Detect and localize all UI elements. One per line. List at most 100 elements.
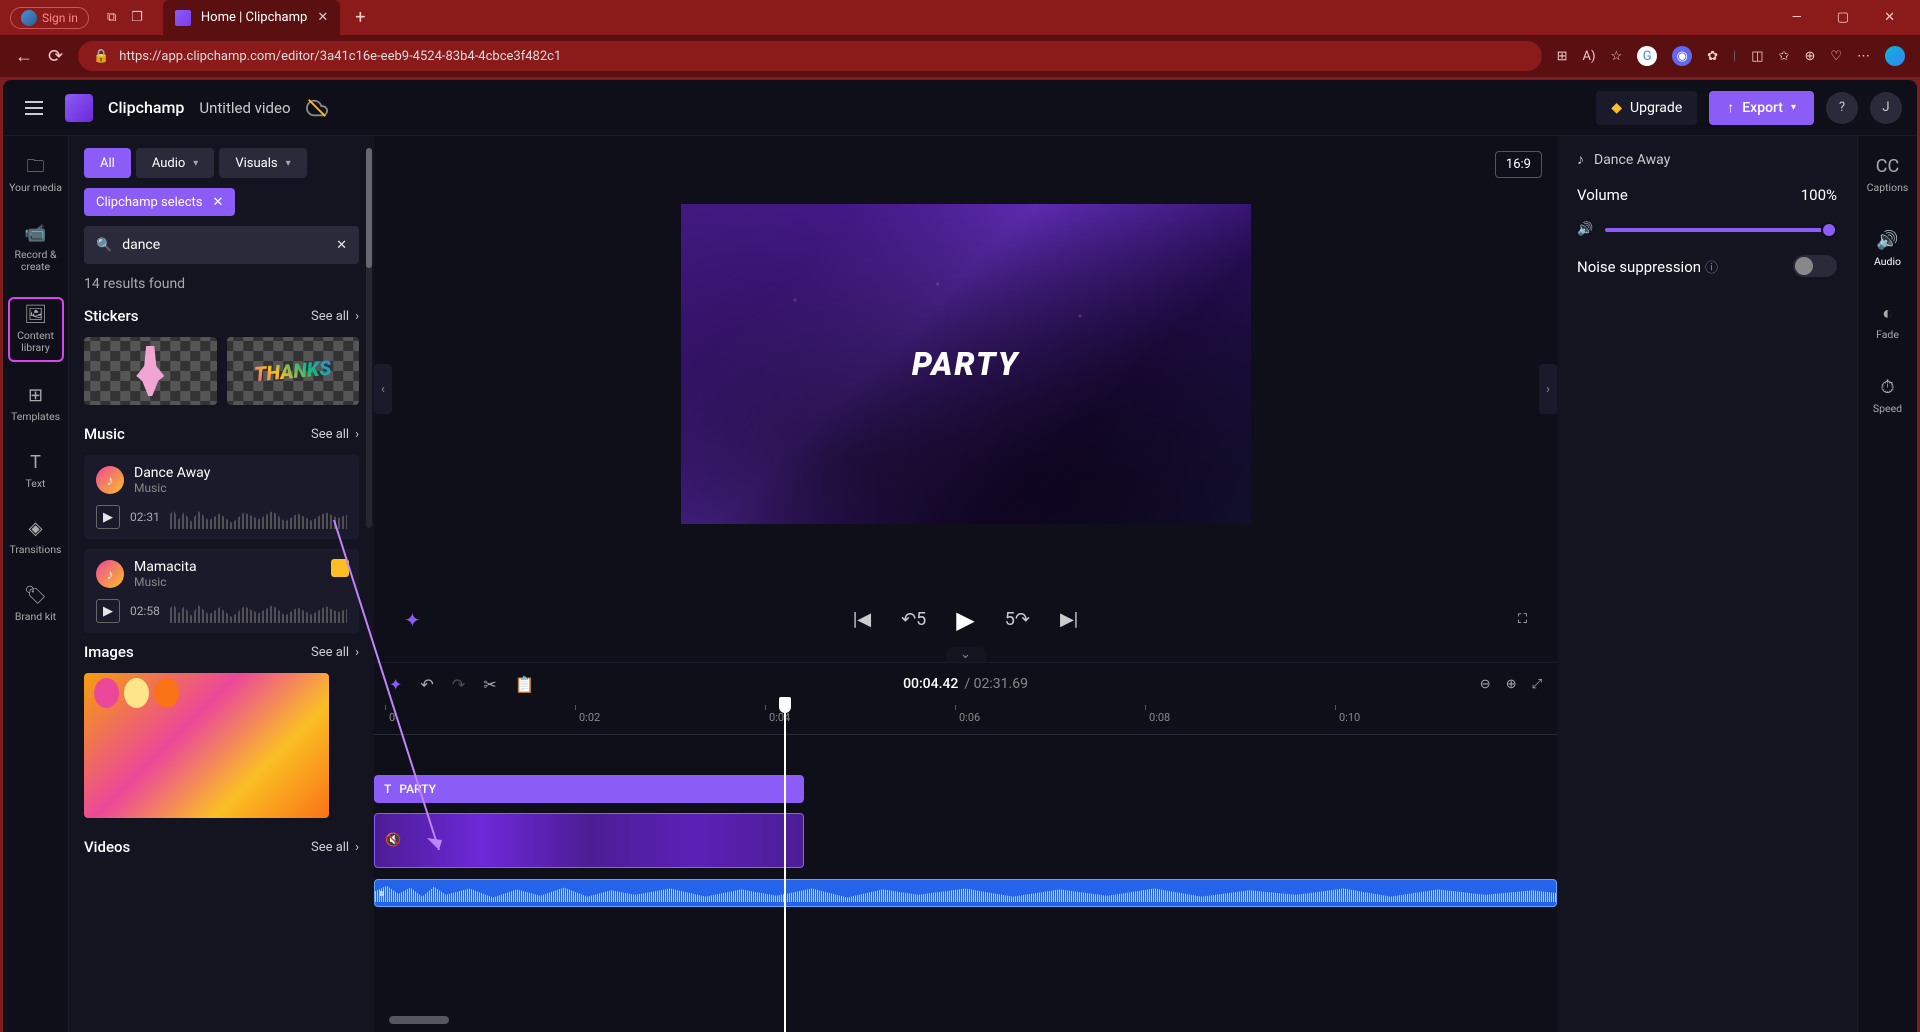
url-field[interactable]: 🔒 https://app.clipchamp.com/editor/3a41c…	[78, 41, 1541, 71]
music-item-mamacita[interactable]: ♪ Mamacita Music ▶ 02:58	[84, 549, 359, 633]
slider-thumb[interactable]	[1821, 222, 1837, 238]
tab-speed[interactable]: ⏱ Speed	[1860, 372, 1916, 421]
project-name[interactable]: Untitled video	[199, 99, 290, 117]
tabs-icon[interactable]: ❐	[131, 10, 143, 25]
see-all-images[interactable]: See all ›	[311, 645, 359, 660]
nav-your-media[interactable]: 🗀 Your media	[8, 151, 64, 200]
nav-record-create[interactable]: 📹 Record & create	[8, 218, 64, 279]
clear-search-icon[interactable]: ✕	[336, 238, 347, 253]
tracks-area[interactable]: T PARTY 🔇 ⏸	[374, 735, 1557, 1032]
volume-slider[interactable]	[1605, 228, 1837, 232]
read-aloud-icon[interactable]: A)	[1582, 49, 1595, 64]
menu-icon[interactable]: ⋯	[1857, 49, 1870, 64]
scrollbar[interactable]	[366, 148, 372, 528]
lock-icon: 🔒	[93, 49, 109, 64]
ai-icon[interactable]: ✦	[389, 675, 402, 694]
back-icon[interactable]: ←	[15, 46, 33, 67]
nav-transitions[interactable]: ◈ Transitions	[8, 513, 64, 562]
redo-icon[interactable]: ↷	[452, 675, 465, 694]
forward-5s-icon[interactable]: 5↷	[1005, 609, 1030, 630]
undo-icon[interactable]: ↶	[420, 675, 433, 694]
play-button[interactable]: ▶	[956, 606, 974, 634]
see-all-videos[interactable]: See all ›	[311, 840, 359, 855]
audio-clip[interactable]: ⏸	[374, 879, 1557, 907]
tab-fade[interactable]: ◐ Fade	[1860, 298, 1916, 347]
speaker-icon[interactable]: 🔊	[1577, 222, 1593, 237]
play-preview-button[interactable]: ▶	[96, 505, 120, 529]
nav-text[interactable]: T Text	[8, 447, 64, 496]
close-tab-icon[interactable]: ✕	[317, 10, 328, 25]
url-text: https://app.clipchamp.com/editor/3a41c16…	[119, 49, 561, 64]
remove-tag-icon[interactable]: ✕	[212, 195, 223, 210]
maximize-icon[interactable]: ▢	[1837, 10, 1849, 25]
split-icon[interactable]: ✂	[483, 675, 496, 694]
collections-icon[interactable]: ⊕	[1804, 49, 1815, 64]
skip-back-icon[interactable]: |◀	[853, 609, 871, 630]
playhead[interactable]	[784, 705, 786, 1032]
playback-controls: ✦ |◀ ↶5 ▶ 5↷ ▶| ⛶	[374, 592, 1557, 647]
collapse-left-button[interactable]: ‹	[374, 364, 392, 414]
menu-button[interactable]	[18, 92, 50, 124]
ext-icon-1[interactable]: ◉	[1672, 46, 1692, 66]
horizontal-scrollbar[interactable]	[389, 1016, 449, 1024]
tab-captions[interactable]: CC Captions	[1860, 151, 1916, 200]
see-all-music[interactable]: See all ›	[311, 427, 359, 442]
music-title: Dance Away	[134, 465, 210, 481]
timeline-ruler[interactable]: 0 0:02 0:04 0:06 0:08 0:10	[374, 705, 1557, 735]
search-input[interactable]	[122, 237, 326, 253]
video-clip[interactable]: 🔇	[374, 813, 804, 868]
extensions-icon[interactable]: ✿	[1707, 49, 1718, 64]
zoom-fit-icon[interactable]: ⤢	[1532, 677, 1542, 692]
skip-forward-icon[interactable]: ▶|	[1060, 609, 1078, 630]
nav-content-library[interactable]: 🖼 Content library	[8, 297, 64, 362]
new-tab-button[interactable]: +	[355, 7, 365, 28]
close-window-icon[interactable]: ✕	[1884, 10, 1895, 25]
filter-all[interactable]: All	[84, 148, 131, 178]
nav-templates[interactable]: ⊞ Templates	[8, 380, 64, 429]
noise-toggle[interactable]	[1793, 255, 1837, 277]
clip-icon[interactable]: 📋	[515, 675, 535, 694]
split-icon[interactable]: ◫	[1751, 49, 1763, 64]
minimize-icon[interactable]: —	[1792, 10, 1802, 25]
tab-audio[interactable]: 🔊 Audio	[1860, 225, 1916, 274]
nav-brand-kit[interactable]: 🏷 Brand kit	[8, 580, 64, 629]
image-result[interactable]	[84, 673, 329, 818]
audio-icon: 🔊	[1877, 230, 1899, 252]
google-ext-icon[interactable]: G	[1637, 46, 1657, 66]
timeline-collapse-button[interactable]: ⌄	[946, 647, 986, 662]
collapse-right-button[interactable]: ›	[1539, 364, 1557, 414]
app-icon[interactable]: ⊞	[1557, 49, 1568, 64]
filter-visuals[interactable]: Visuals▾	[219, 148, 306, 178]
text-clip[interactable]: T PARTY	[374, 775, 804, 803]
sticker-dance[interactable]	[84, 337, 217, 405]
sticker-thanks[interactable]: THANKS	[227, 337, 360, 405]
rewind-5s-icon[interactable]: ↶5	[901, 609, 926, 630]
filter-tag[interactable]: Clipchamp selects ✕	[84, 188, 235, 216]
help-button[interactable]: ?	[1826, 92, 1858, 124]
refresh-icon[interactable]: ⟳	[48, 46, 63, 67]
export-button[interactable]: ↑ Export ▾	[1709, 91, 1814, 125]
zoom-out-icon[interactable]: ⊖	[1480, 677, 1491, 692]
filter-audio[interactable]: Audio▾	[136, 148, 215, 178]
ext-icon-2[interactable]: ♡	[1830, 49, 1842, 64]
sign-in-button[interactable]: Sign in	[10, 7, 89, 29]
aspect-ratio-button[interactable]: 16:9	[1495, 151, 1542, 178]
music-item-dance-away[interactable]: ♪ Dance Away Music ▶ 02:31	[84, 455, 359, 539]
upgrade-button[interactable]: ◆ Upgrade	[1596, 91, 1697, 125]
info-icon[interactable]: ⓘ	[1705, 261, 1718, 276]
mute-icon[interactable]: 🔇	[385, 833, 401, 848]
fullscreen-icon[interactable]: ⛶	[1518, 612, 1527, 627]
browser-tab[interactable]: Home | Clipchamp ✕	[163, 0, 340, 35]
favorite-icon[interactable]: ☆	[1610, 49, 1622, 64]
play-preview-button[interactable]: ▶	[96, 599, 120, 623]
copilot-icon[interactable]	[1885, 46, 1905, 66]
workspaces-icon[interactable]: ⧉	[107, 10, 116, 25]
user-avatar[interactable]: J	[1870, 92, 1902, 124]
see-all-stickers[interactable]: See all ›	[311, 309, 359, 324]
video-preview[interactable]: PARTY	[681, 204, 1251, 524]
ai-magic-icon[interactable]: ✦	[404, 608, 421, 632]
sync-off-icon[interactable]	[306, 97, 328, 119]
address-bar: ← ⟳ 🔒 https://app.clipchamp.com/editor/3…	[0, 35, 1920, 77]
favorites-icon[interactable]: ✩	[1779, 49, 1790, 64]
zoom-in-icon[interactable]: ⊕	[1506, 677, 1517, 692]
